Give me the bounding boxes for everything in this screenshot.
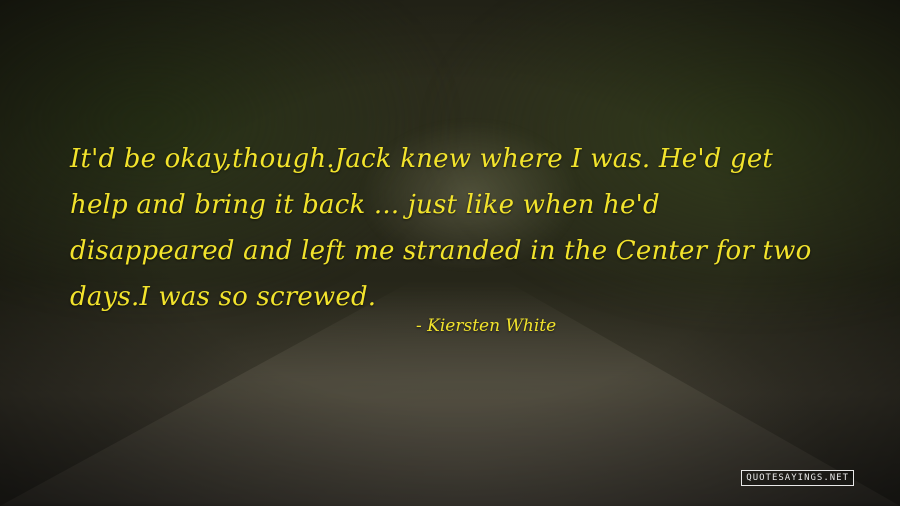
site-watermark: QUOTESAYINGS.NET [741,470,854,486]
quote-line: disappeared and left me stranded in the … [70,236,812,266]
quote-line: help and bring it back ... just like whe… [70,190,660,220]
quote-text: It'd be okay,though.Jack knew where I wa… [70,136,850,320]
quote-image: It'd be okay,though.Jack knew where I wa… [0,0,900,506]
quote-line: days.I was so screwed. [70,282,377,312]
quote-line: It'd be okay,though.Jack knew where I wa… [70,144,774,174]
quote-author: - Kiersten White [416,316,557,336]
